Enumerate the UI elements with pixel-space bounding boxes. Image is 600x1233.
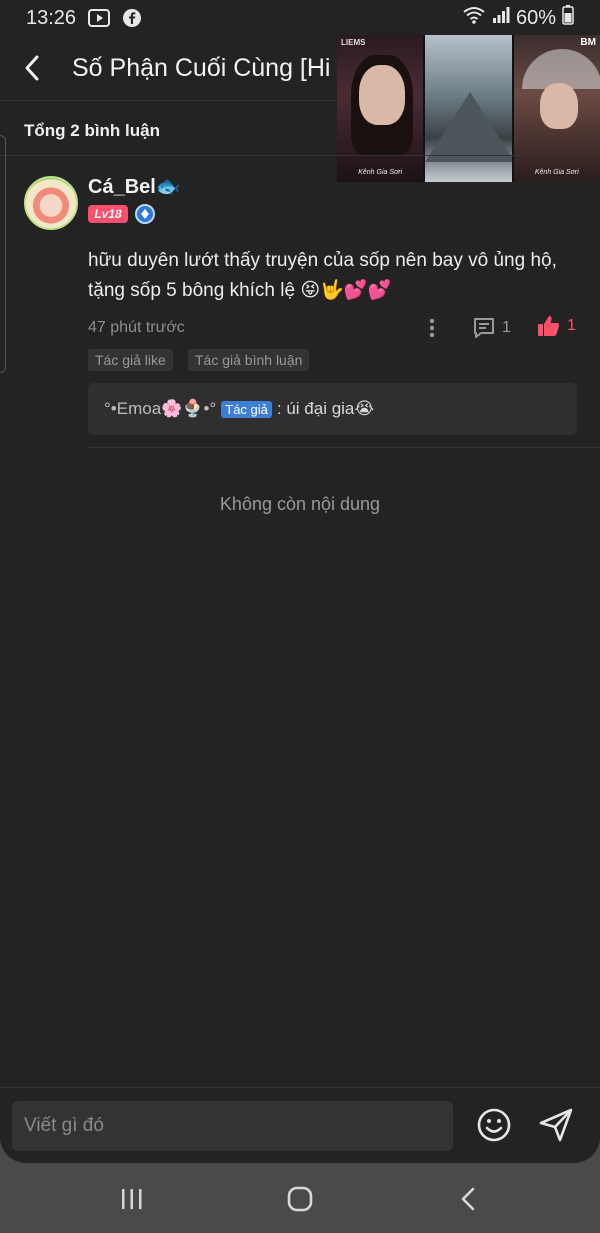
send-icon [539, 1108, 573, 1142]
thumb-face [359, 65, 405, 125]
comment-time: 47 phút trước [88, 319, 185, 336]
video-thumbnail-3[interactable]: BM Kênh Gia Sơri [513, 35, 600, 182]
tag-author-comment: Tác giả bình luận [188, 349, 310, 371]
battery-icon [562, 5, 574, 31]
comment-icon [474, 318, 494, 338]
total-comments-label: Tổng 2 bình luận [24, 121, 160, 140]
edge-panel-handle[interactable] [0, 135, 6, 373]
reply-preview[interactable]: °•Emoa🌸🍨•° Tác giả : úi đại gia😭 [88, 383, 577, 435]
level-badge: Lv18 [88, 205, 128, 223]
thumbs-up-icon [538, 316, 560, 336]
video-thumbnail-2[interactable] [425, 35, 512, 182]
thumb-caption-1: Kênh Gia Sơri [358, 169, 403, 176]
back-icon [461, 1187, 475, 1211]
no-more-content-label: Không còn nội dung [219, 494, 381, 514]
video-thumbnail-1[interactable]: LIEMS Kênh Gia Sơri [337, 35, 424, 182]
avatar[interactable] [24, 176, 78, 230]
system-navigation-bar [0, 1163, 600, 1233]
comment-input[interactable]: Viết gì đó [12, 1101, 453, 1151]
more-options-button[interactable] [424, 316, 440, 340]
chevron-left-icon [25, 55, 39, 81]
page-title: Số Phận Cuối Cùng [Hi [72, 53, 331, 82]
send-button[interactable] [538, 1107, 574, 1143]
reply-author: °•Emoa🌸🍨•° [104, 399, 217, 418]
section-divider [0, 155, 600, 156]
back-button[interactable] [0, 36, 64, 100]
battery-label: 60% [515, 6, 556, 29]
floating-video-preview[interactable]: LIEMS Kênh Gia Sơri BM Kênh Gia Sơri [337, 35, 600, 182]
emoji-button[interactable] [476, 1107, 512, 1143]
rank-badge-icon [135, 204, 155, 224]
thumb-face-3 [539, 83, 578, 129]
signal-icon [492, 6, 510, 30]
comment-text: hữu duyên lướt thấy truyện của sốp nên b… [88, 250, 557, 301]
status-right: 60% [462, 5, 574, 31]
recent-apps-icon [122, 1189, 142, 1209]
like-button[interactable]: 1 [537, 314, 576, 338]
app-screen: 13:26 60% Số Phận Cuối Cùng [Hi LIEMS Kê… [0, 0, 600, 1163]
reply-text: : úi đại gia😭 [276, 399, 375, 418]
author-badge: Tác giả [221, 400, 272, 418]
thumb-caption-3: Kênh Gia Sơri [534, 169, 579, 176]
status-time: 13:26 [26, 6, 77, 29]
system-back-button[interactable] [448, 1181, 488, 1217]
facebook-icon [122, 8, 142, 28]
reply-count: 1 [502, 319, 511, 336]
thumb-label-left: LIEMS [341, 38, 366, 47]
media-play-icon [88, 8, 111, 28]
comment-username[interactable]: Cá_Bel🐟 [88, 174, 181, 199]
comment-composer: Viết gì đó [0, 1087, 600, 1163]
reply-button[interactable]: 1 [472, 316, 511, 340]
more-vertical-icon [429, 318, 435, 338]
thumb-label-right: BM [580, 37, 596, 48]
recent-apps-button[interactable] [112, 1181, 152, 1217]
status-bar: 13:26 60% [0, 0, 600, 36]
mountain-shape [425, 92, 512, 162]
home-button[interactable] [280, 1181, 320, 1217]
wifi-icon [462, 5, 486, 31]
home-icon [287, 1186, 313, 1212]
like-count: 1 [567, 317, 576, 334]
comment-divider [88, 447, 600, 448]
tag-author-like: Tác giả like [88, 349, 173, 371]
smiley-icon [477, 1108, 511, 1142]
